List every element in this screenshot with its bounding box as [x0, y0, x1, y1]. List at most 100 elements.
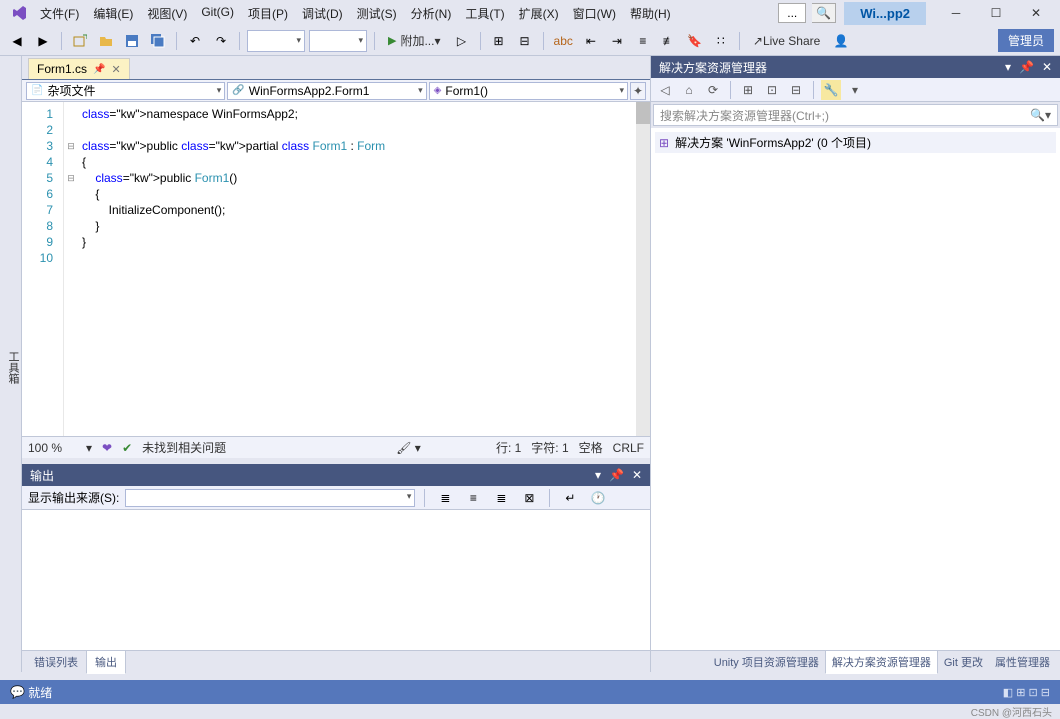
output-header[interactable]: 输出 ▾ 📌 ✕ [22, 464, 650, 486]
sln-close-icon[interactable]: ✕ [1042, 60, 1052, 74]
nav-class-combo[interactable]: 🔗WinFormsApp2.Form1 [227, 82, 426, 100]
bookmark-icon[interactable]: 🔖 [684, 30, 706, 52]
close-button[interactable]: ✕ [1016, 2, 1056, 24]
sln-sync-icon[interactable]: ⟳ [703, 80, 723, 100]
close-tab-icon[interactable]: ✕ [111, 63, 120, 76]
doc-tab-form1[interactable]: Form1.cs 📌 ✕ [28, 58, 130, 79]
sln-tree[interactable]: ⊞ 解决方案 'WinFormsApp2' (0 个项目) [651, 128, 1060, 650]
eol-label[interactable]: CRLF [613, 441, 644, 455]
solution-title: Wi...pp2 [844, 2, 926, 25]
fold-column[interactable]: ⊟⊟ [64, 102, 78, 436]
brush-icon[interactable]: 🖌 ▾ [396, 441, 421, 455]
save-button[interactable] [121, 30, 143, 52]
nav-member-combo[interactable]: ◈Form1() [429, 82, 628, 100]
output-prev-icon[interactable]: ≡ [462, 487, 484, 509]
tool-icon-1[interactable]: ⊞ [488, 30, 510, 52]
sln-header[interactable]: 解决方案资源管理器 ▾ 📌 ✕ [651, 56, 1060, 78]
menu-file[interactable]: 文件(F) [34, 2, 85, 25]
output-source-combo[interactable] [125, 489, 415, 507]
menu-project[interactable]: 项目(P) [242, 2, 294, 25]
tab-output[interactable]: 输出 [86, 650, 126, 674]
indent-left-icon[interactable]: ⇤ [580, 30, 602, 52]
maximize-button[interactable]: ☐ [976, 2, 1016, 24]
search-icon[interactable]: 🔍▾ [1030, 108, 1051, 122]
panel-pin-icon[interactable]: 📌 [609, 468, 624, 482]
tool-icon-2[interactable]: ⊟ [514, 30, 536, 52]
output-body[interactable] [22, 510, 650, 650]
pin-icon[interactable]: 📌 [93, 64, 105, 75]
comment-icon[interactable]: ≡ [632, 30, 654, 52]
indent-right-icon[interactable]: ⇥ [606, 30, 628, 52]
sln-home-icon[interactable]: ⌂ [679, 80, 699, 100]
nav-member-label: Form1() [445, 84, 488, 98]
sln-back-icon[interactable]: ◁ [655, 80, 675, 100]
sln-dropdown-icon[interactable]: ▾ [1005, 60, 1011, 74]
panel-dropdown-icon[interactable]: ▾ [595, 468, 601, 482]
sln-search-input[interactable]: 搜索解决方案资源管理器(Ctrl+;) 🔍▾ [653, 104, 1058, 126]
menu-view[interactable]: 视图(V) [141, 2, 193, 25]
nav-scope-label: 杂项文件 [47, 82, 95, 99]
output-clear-icon[interactable]: ⊠ [518, 487, 540, 509]
quick-launch-placeholder: ... [787, 6, 797, 20]
tab-gitchanges[interactable]: Git 更改 [938, 651, 989, 673]
sln-refresh-icon[interactable]: ⊡ [762, 80, 782, 100]
sln-collapse-icon[interactable]: ⊟ [786, 80, 806, 100]
tool-abc-icon[interactable]: abc [551, 30, 576, 52]
status-feedback-icon[interactable]: 💬 [10, 685, 25, 699]
solution-config-combo[interactable] [247, 30, 305, 52]
minimize-button[interactable]: ─ [936, 2, 976, 24]
menu-edit[interactable]: 编辑(E) [87, 2, 139, 25]
start-noprof-button[interactable]: ▷ [451, 30, 473, 52]
undo-button[interactable]: ↶ [184, 30, 206, 52]
spaces-label[interactable]: 空格 [579, 439, 603, 456]
menu-analyze[interactable]: 分析(N) [405, 2, 458, 25]
split-editor-icon[interactable]: ✦ [630, 82, 646, 100]
col-label: 字符: 1 [531, 439, 568, 456]
health-icon[interactable]: ❤ [102, 441, 112, 455]
output-source-label: 显示输出来源(S): [28, 489, 119, 506]
main-toolbar: ◀ ▶ ↶ ↷ ▶附加... ▾ ▷ ⊞ ⊟ abc ⇤ ⇥ ≡ ≢ 🔖 ∷ ↗… [0, 26, 1060, 56]
quick-launch-button[interactable]: 🔍 [812, 3, 836, 23]
zoom-combo[interactable]: 100 % [28, 441, 76, 455]
menu-git[interactable]: Git(G) [195, 2, 240, 25]
redo-button[interactable]: ↷ [210, 30, 232, 52]
menu-test[interactable]: 测试(S) [351, 2, 403, 25]
feedback-icon[interactable]: 👤 [830, 30, 852, 52]
start-debug-button[interactable]: ▶附加... ▾ [382, 32, 447, 49]
tab-propmgr[interactable]: 属性管理器 [989, 651, 1056, 673]
menu-extensions[interactable]: 扩展(X) [513, 2, 565, 25]
menu-debug[interactable]: 调试(D) [296, 2, 349, 25]
sln-showall-icon[interactable]: ⊞ [738, 80, 758, 100]
toolbox-rail[interactable]: 工具箱 [0, 56, 22, 672]
sln-properties-icon[interactable]: 🔧 [821, 80, 841, 100]
output-time-icon[interactable]: 🕐 [587, 487, 609, 509]
nav-back-button[interactable]: ◀ [6, 30, 28, 52]
open-file-button[interactable] [95, 30, 117, 52]
menu-window[interactable]: 窗口(W) [567, 2, 622, 25]
output-wrap-icon[interactable]: ↵ [559, 487, 581, 509]
format-icon[interactable]: ∷ [710, 30, 732, 52]
menu-tools[interactable]: 工具(T) [459, 2, 510, 25]
code-body[interactable]: class="kw">namespace WinFormsApp2;class=… [78, 102, 636, 436]
tab-errorlist[interactable]: 错误列表 [26, 651, 86, 673]
tab-sln[interactable]: 解决方案资源管理器 [825, 650, 938, 674]
panel-close-icon[interactable]: ✕ [632, 468, 642, 482]
sln-pin-icon[interactable]: 📌 [1019, 60, 1034, 74]
menu-help[interactable]: 帮助(H) [624, 2, 677, 25]
output-goto-icon[interactable]: ≣ [434, 487, 456, 509]
output-next-icon[interactable]: ≣ [490, 487, 512, 509]
uncomment-icon[interactable]: ≢ [658, 30, 680, 52]
code-editor[interactable]: 12345678910 ⊟⊟ class="kw">namespace WinF… [22, 102, 650, 436]
quick-launch-input[interactable]: ... [778, 3, 806, 23]
new-project-button[interactable] [69, 30, 91, 52]
tab-unity[interactable]: Unity 项目资源管理器 [708, 651, 825, 673]
solution-platform-combo[interactable] [309, 30, 367, 52]
document-tabs: Form1.cs 📌 ✕ [22, 56, 650, 80]
nav-fwd-button[interactable]: ▶ [32, 30, 54, 52]
live-share-button[interactable]: ↗ Live Share [747, 34, 826, 48]
sln-root-node[interactable]: ⊞ 解决方案 'WinFormsApp2' (0 个项目) [655, 132, 1056, 153]
sln-more-icon[interactable]: ▾ [845, 80, 865, 100]
editor-scrollbar[interactable] [636, 102, 650, 436]
nav-scope-combo[interactable]: 📄杂项文件 [26, 82, 225, 100]
save-all-button[interactable] [147, 30, 169, 52]
